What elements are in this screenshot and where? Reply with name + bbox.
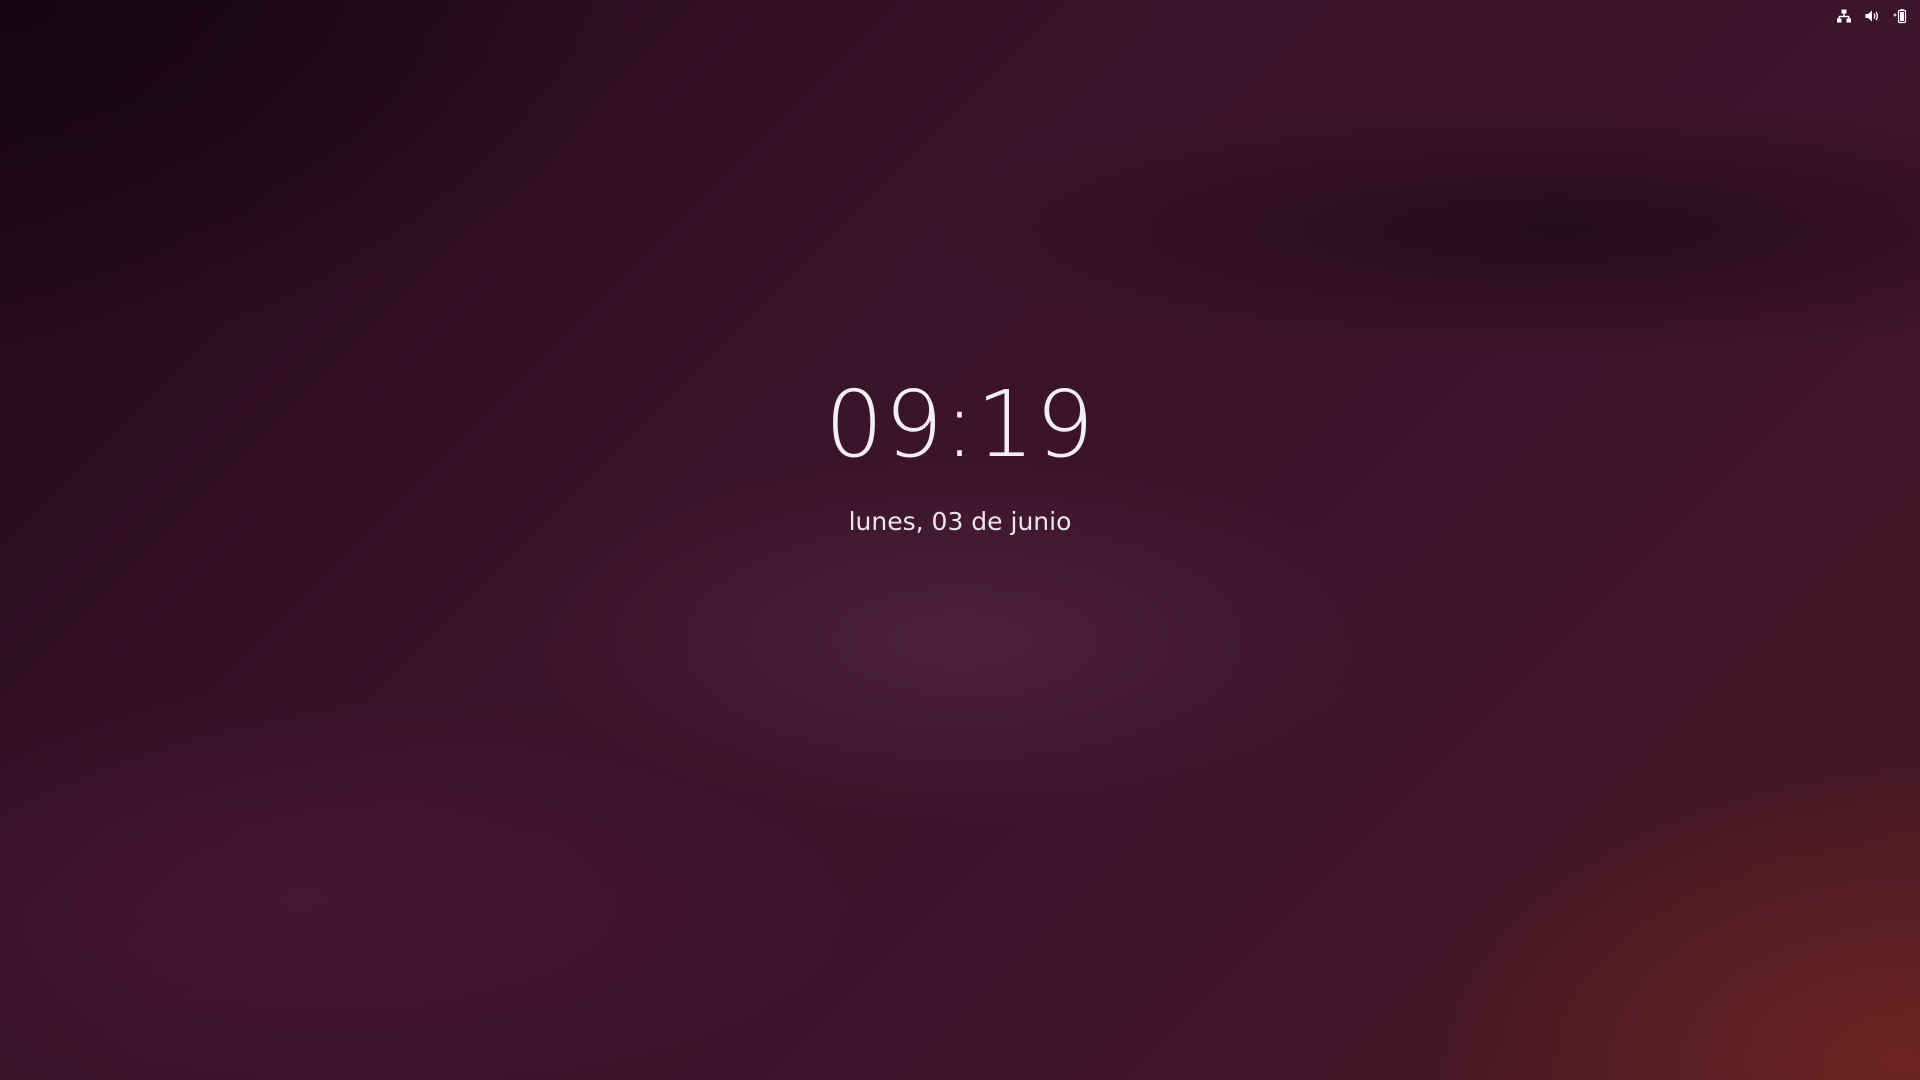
clock-date: lunes, 03 de junio [848,507,1072,536]
lock-screen[interactable]: 09:19 lunes, 03 de junio [0,0,1920,1080]
network-wired-icon[interactable] [1836,8,1852,24]
clock-time: 09:19 [824,371,1096,478]
clock: 09:19 lunes, 03 de junio [0,370,1920,538]
battery-icon[interactable] [1892,8,1908,24]
volume-icon[interactable] [1864,8,1880,24]
system-tray [1836,6,1908,26]
